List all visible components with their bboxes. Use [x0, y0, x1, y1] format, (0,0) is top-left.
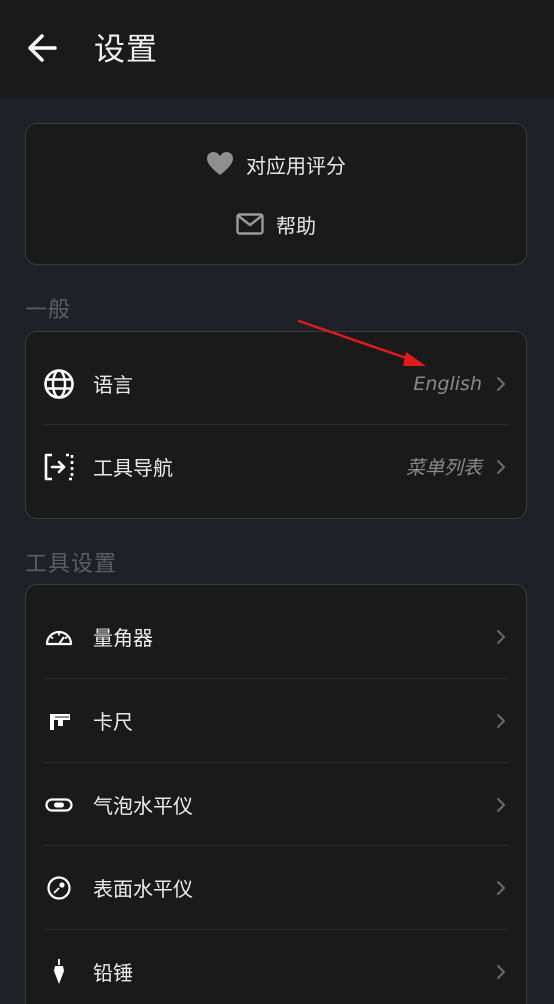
- page-title: 设置: [94, 32, 158, 68]
- help-label: 帮助: [276, 213, 316, 238]
- protractor-icon: [42, 620, 76, 654]
- caliper-icon: [42, 704, 76, 738]
- bubble-level-row[interactable]: 气泡水平仪: [26, 763, 526, 846]
- chevron-right-icon: [494, 457, 508, 477]
- globe-icon: [42, 367, 76, 401]
- tool-settings-card: 量角器 卡尺 气泡水平仪 表面水平仪 铅锤: [25, 584, 527, 1004]
- chevron-right-icon: [494, 374, 508, 394]
- chevron-right-icon: [494, 711, 508, 731]
- app-bar: 设置: [0, 0, 554, 98]
- protractor-label: 量角器: [93, 626, 153, 650]
- language-value: English: [413, 372, 482, 395]
- bubble-level-icon: [42, 788, 76, 822]
- heart-icon: [206, 151, 234, 177]
- top-actions-card: 对应用评分 帮助: [25, 123, 527, 265]
- chevron-right-icon: [494, 627, 508, 647]
- tool-navigation-row[interactable]: 工具导航 菜单列表: [26, 425, 526, 508]
- navigation-icon: [42, 450, 76, 484]
- surface-level-icon: [42, 871, 76, 905]
- help-button[interactable]: 帮助: [26, 204, 526, 244]
- bubble-level-label: 气泡水平仪: [93, 794, 193, 818]
- section-title-general: 一般: [25, 298, 72, 323]
- plumb-bob-row[interactable]: 铅锤: [26, 930, 526, 1004]
- protractor-row[interactable]: 量角器: [26, 595, 526, 678]
- language-row[interactable]: 语言 English: [26, 342, 526, 425]
- caliper-row[interactable]: 卡尺: [26, 679, 526, 762]
- general-settings-card: 语言 English 工具导航 菜单列表: [25, 331, 527, 519]
- plumb-bob-icon: [42, 955, 76, 989]
- back-button[interactable]: [20, 28, 64, 72]
- rate-app-button[interactable]: 对应用评分: [26, 144, 526, 184]
- language-label: 语言: [93, 373, 133, 397]
- surface-level-label: 表面水平仪: [93, 877, 193, 901]
- arrow-left-icon: [25, 31, 59, 69]
- tool-navigation-label: 工具导航: [93, 456, 173, 480]
- chevron-right-icon: [494, 878, 508, 898]
- surface-level-row[interactable]: 表面水平仪: [26, 846, 526, 929]
- plumb-bob-label: 铅锤: [93, 961, 133, 985]
- chevron-right-icon: [494, 795, 508, 815]
- mail-icon: [236, 213, 264, 235]
- section-title-tools: 工具设置: [25, 552, 118, 577]
- caliper-label: 卡尺: [93, 710, 133, 734]
- tool-navigation-value: 菜单列表: [405, 457, 482, 479]
- rate-app-label: 对应用评分: [246, 153, 346, 178]
- chevron-right-icon: [494, 962, 508, 982]
